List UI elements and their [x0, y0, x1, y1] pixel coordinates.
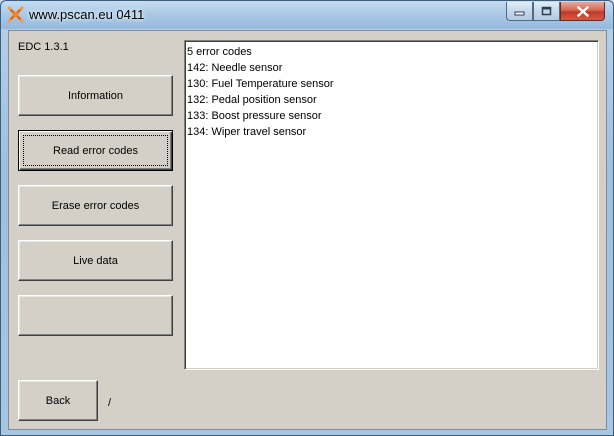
error-codes-output[interactable]: 5 error codes 142: Needle sensor 130: Fu… — [184, 40, 599, 370]
minimize-icon — [514, 11, 525, 16]
blank-button[interactable] — [18, 295, 173, 336]
ecu-version-label: EDC 1.3.1 — [18, 41, 69, 53]
list-item: 142: Needle sensor — [187, 62, 283, 74]
live-data-button[interactable]: Live data — [18, 240, 173, 281]
list-item: 134: Wiper travel sensor — [187, 126, 307, 138]
list-item: 132: Pedal position sensor — [187, 94, 317, 106]
read-error-codes-button[interactable]: Read error codes — [18, 130, 173, 171]
client-area: EDC 1.3.1 Information Read error codes E… — [8, 30, 607, 430]
title-bar[interactable]: www.pscan.eu 0411 — [1, 1, 613, 29]
information-button[interactable]: Information — [18, 75, 173, 116]
focus-ring — [23, 135, 168, 166]
list-item: 5 error codes — [187, 46, 252, 58]
maximize-icon — [541, 6, 552, 16]
minimize-button[interactable] — [506, 2, 533, 21]
list-item: 130: Fuel Temperature sensor — [187, 78, 334, 90]
maximize-button[interactable] — [533, 2, 560, 21]
close-button[interactable] — [560, 2, 605, 21]
erase-error-codes-button[interactable]: Erase error codes — [18, 185, 173, 226]
window-title: www.pscan.eu 0411 — [29, 7, 145, 22]
status-text: / — [108, 397, 112, 409]
back-button[interactable]: Back — [18, 380, 98, 421]
app-window: www.pscan.eu 0411 EDC 1.3.1 Information … — [0, 0, 614, 436]
close-icon — [576, 5, 589, 17]
list-item: 133: Boost pressure sensor — [187, 110, 322, 122]
pscan-logo-icon — [7, 6, 24, 23]
